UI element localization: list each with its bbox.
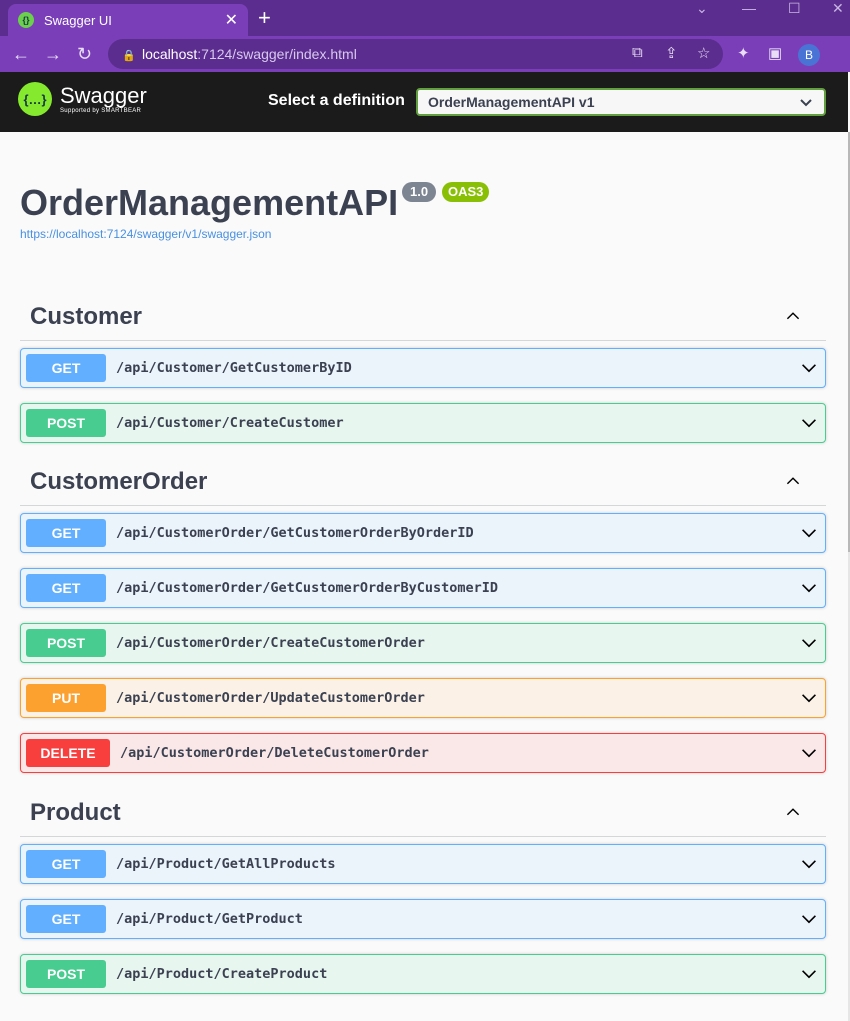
method-badge: GET xyxy=(26,519,106,547)
address-bar[interactable]: 🔒 localhost:7124/swagger/index.html xyxy=(108,39,723,69)
operation-row[interactable]: GET /api/Customer/GetCustomerByID xyxy=(20,348,826,388)
browser-tab[interactable]: {} Swagger UI ✕ xyxy=(8,4,248,36)
operation-path: /api/CustomerOrder/CreateCustomerOrder xyxy=(116,635,425,651)
method-badge: POST xyxy=(26,629,106,657)
logo-title: Swagger xyxy=(60,83,147,108)
extensions-icon[interactable]: ✦ xyxy=(737,44,750,62)
operation-path: /api/Customer/CreateCustomer xyxy=(116,415,344,431)
oas-badge: OAS3 xyxy=(442,182,490,202)
chevron-down-icon xyxy=(802,529,816,538)
spec-url-link[interactable]: https://localhost:7124/swagger/v1/swagge… xyxy=(20,227,271,241)
chevron-down-icon xyxy=(802,364,816,373)
operation-row[interactable]: DELETE /api/CustomerOrder/DeleteCustomer… xyxy=(20,733,826,773)
definition-selected-value: OrderManagementAPI v1 xyxy=(428,94,595,110)
chevron-down-icon xyxy=(802,419,816,428)
close-tab-icon[interactable]: ✕ xyxy=(225,10,238,30)
bookmark-star-icon[interactable]: ☆ xyxy=(697,44,710,62)
tag-header[interactable]: Customer xyxy=(20,293,826,341)
new-tab-icon[interactable]: + xyxy=(258,6,271,30)
tag-section-customer: Customer GET /api/Customer/GetCustomerBy… xyxy=(20,293,826,443)
chevron-down-icon xyxy=(802,749,816,758)
swagger-logo-icon: {…} xyxy=(18,82,52,116)
method-badge: GET xyxy=(26,574,106,602)
swagger-logo[interactable]: {…} Swagger Supported by SMARTBEAR xyxy=(18,82,147,116)
operation-path: /api/CustomerOrder/UpdateCustomerOrder xyxy=(116,690,425,706)
operation-row[interactable]: POST /api/CustomerOrder/CreateCustomerOr… xyxy=(20,623,826,663)
tag-section-product: Product GET /api/Product/GetAllProducts … xyxy=(20,789,826,994)
definition-label: Select a definition xyxy=(268,92,405,109)
logo-subtitle: Supported by SMARTBEAR xyxy=(60,108,142,114)
method-badge: GET xyxy=(26,354,106,382)
chevron-down-icon xyxy=(802,970,816,979)
chevron-down-icon xyxy=(800,94,812,110)
minimize-icon[interactable]: — xyxy=(742,0,756,16)
operation-row[interactable]: PUT /api/CustomerOrder/UpdateCustomerOrd… xyxy=(20,678,826,718)
operation-row[interactable]: POST /api/Product/CreateProduct xyxy=(20,954,826,994)
profile-avatar[interactable]: B xyxy=(798,44,820,66)
chevron-up-icon xyxy=(786,312,800,320)
url-path: :7124/swagger/index.html xyxy=(197,46,357,62)
tag-header[interactable]: Product xyxy=(20,789,826,837)
lock-icon: 🔒 xyxy=(122,50,136,62)
chevron-down-icon xyxy=(802,584,816,593)
chevron-down-icon xyxy=(802,639,816,648)
chevron-down-icon xyxy=(802,694,816,703)
chevron-up-icon xyxy=(786,477,800,485)
reload-icon[interactable]: ↻ xyxy=(77,44,92,64)
tag-section-customerorder: CustomerOrder GET /api/CustomerOrder/Get… xyxy=(20,458,826,773)
share-icon[interactable]: ⇪ xyxy=(665,44,678,62)
method-badge: GET xyxy=(26,850,106,878)
chevron-down-icon xyxy=(802,915,816,924)
operation-row[interactable]: POST /api/Customer/CreateCustomer xyxy=(20,403,826,443)
chevron-up-icon xyxy=(786,808,800,816)
tag-name: Customer xyxy=(30,303,143,330)
operation-path: /api/Product/CreateProduct xyxy=(116,966,328,982)
swagger-favicon-icon: {} xyxy=(18,12,34,28)
definition-select[interactable]: OrderManagementAPI v1 xyxy=(416,88,826,116)
back-icon[interactable]: ← xyxy=(12,44,30,64)
method-badge: PUT xyxy=(26,684,106,712)
swagger-topbar: {…} Swagger Supported by SMARTBEAR Selec… xyxy=(0,72,848,132)
side-panel-icon[interactable]: ▣ xyxy=(768,44,782,62)
method-badge: POST xyxy=(26,409,106,437)
url-host: localhost xyxy=(142,46,198,62)
method-badge: GET xyxy=(26,905,106,933)
operation-path: /api/CustomerOrder/DeleteCustomerOrder xyxy=(120,745,429,761)
api-title: OrderManagementAPI xyxy=(20,182,399,223)
tag-name: Product xyxy=(30,799,121,826)
translate-icon[interactable]: ⧉ xyxy=(632,44,643,61)
method-badge: POST xyxy=(26,960,106,988)
operation-path: /api/Customer/GetCustomerByID xyxy=(116,360,352,376)
operation-row[interactable]: GET /api/CustomerOrder/GetCustomerOrderB… xyxy=(20,513,826,553)
tab-search-icon[interactable]: ⌄ xyxy=(696,0,708,16)
operation-path: /api/CustomerOrder/GetCustomerOrderByCus… xyxy=(116,580,499,596)
tag-header[interactable]: CustomerOrder xyxy=(20,458,826,506)
method-badge: DELETE xyxy=(26,739,110,767)
operation-row[interactable]: GET /api/Product/GetProduct xyxy=(20,899,826,939)
operation-row[interactable]: GET /api/CustomerOrder/GetCustomerOrderB… xyxy=(20,568,826,608)
operation-path: /api/CustomerOrder/GetCustomerOrderByOrd… xyxy=(116,525,474,541)
window-close-icon[interactable]: ✕ xyxy=(832,0,844,16)
operation-path: /api/Product/GetAllProducts xyxy=(116,856,336,872)
operation-path: /api/Product/GetProduct xyxy=(116,911,303,927)
operation-row[interactable]: GET /api/Product/GetAllProducts xyxy=(20,844,826,884)
browser-tab-strip: {} Swagger UI ✕ + ⌄ — ☐ ✕ xyxy=(0,0,850,36)
address-toolbar: ← → ↻ 🔒 localhost:7124/swagger/index.htm… xyxy=(0,36,850,72)
tab-title: Swagger UI xyxy=(44,12,112,28)
version-badge: 1.0 xyxy=(402,182,437,202)
maximize-icon[interactable]: ☐ xyxy=(788,0,801,16)
tag-name: CustomerOrder xyxy=(30,468,208,495)
forward-icon[interactable]: → xyxy=(44,44,62,64)
chevron-down-icon xyxy=(802,860,816,869)
